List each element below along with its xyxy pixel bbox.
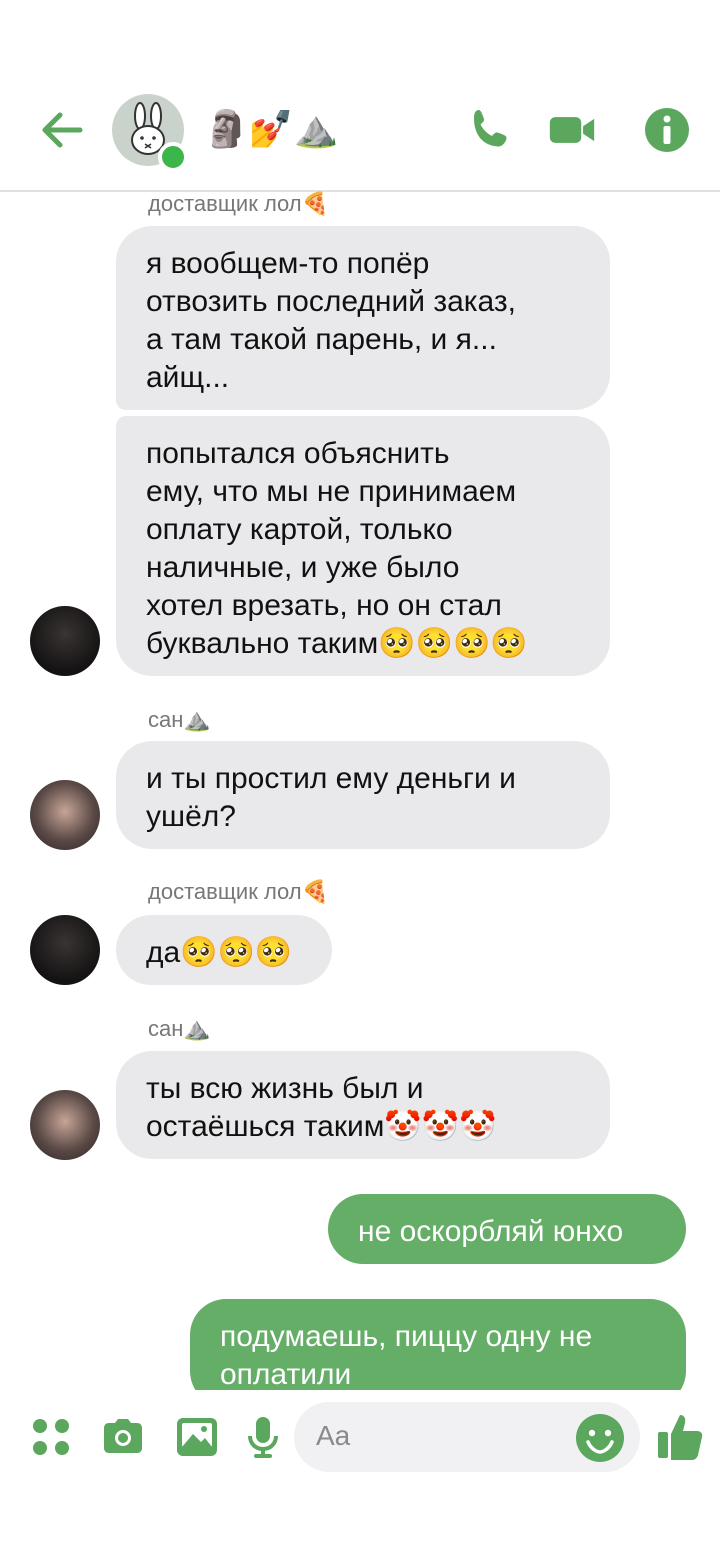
info-icon[interactable] [643,106,691,154]
back-arrow-icon[interactable] [38,106,86,154]
sender-name: доставщик лол🍕 [148,879,330,904]
incoming-message[interactable]: и ты простил ему деньги и ушёл? [116,741,610,849]
sender-name: сан⛰️ [148,707,211,732]
incoming-message[interactable]: ты всю жизнь был и остаёшься таким🤡🤡🤡 [116,1051,610,1159]
user-avatar[interactable] [30,915,100,985]
microphone-icon[interactable] [240,1414,286,1460]
camera-icon[interactable] [100,1414,146,1460]
chat-header: 🗿💅⛰️ [0,0,720,192]
incoming-message[interactable]: попытался объяснить ему, что мы не прини… [116,416,610,676]
outgoing-message[interactable]: не оскорбляй юнхо [328,1194,686,1264]
user-avatar[interactable] [30,606,100,676]
thumbs-up-icon[interactable] [656,1410,706,1462]
chat-title[interactable]: 🗿💅⛰️ [204,108,338,152]
incoming-message[interactable]: да🥺🥺🥺 [116,915,332,985]
video-camera-icon[interactable] [548,106,596,154]
user-avatar[interactable] [30,780,100,850]
incoming-message[interactable]: я вообщем-то попёр отвозить последний за… [116,226,610,410]
apps-grid-icon[interactable] [28,1414,74,1460]
phone-icon[interactable] [466,106,514,154]
message-input-placeholder: Aa [316,1420,351,1451]
gallery-icon[interactable] [174,1414,220,1460]
emoji-smile-icon[interactable] [574,1412,626,1464]
sender-name: сан⛰️ [148,1016,211,1041]
user-avatar[interactable] [30,1090,100,1160]
online-status-dot [158,142,188,172]
sender-name: доставщик лол🍕 [148,191,330,216]
